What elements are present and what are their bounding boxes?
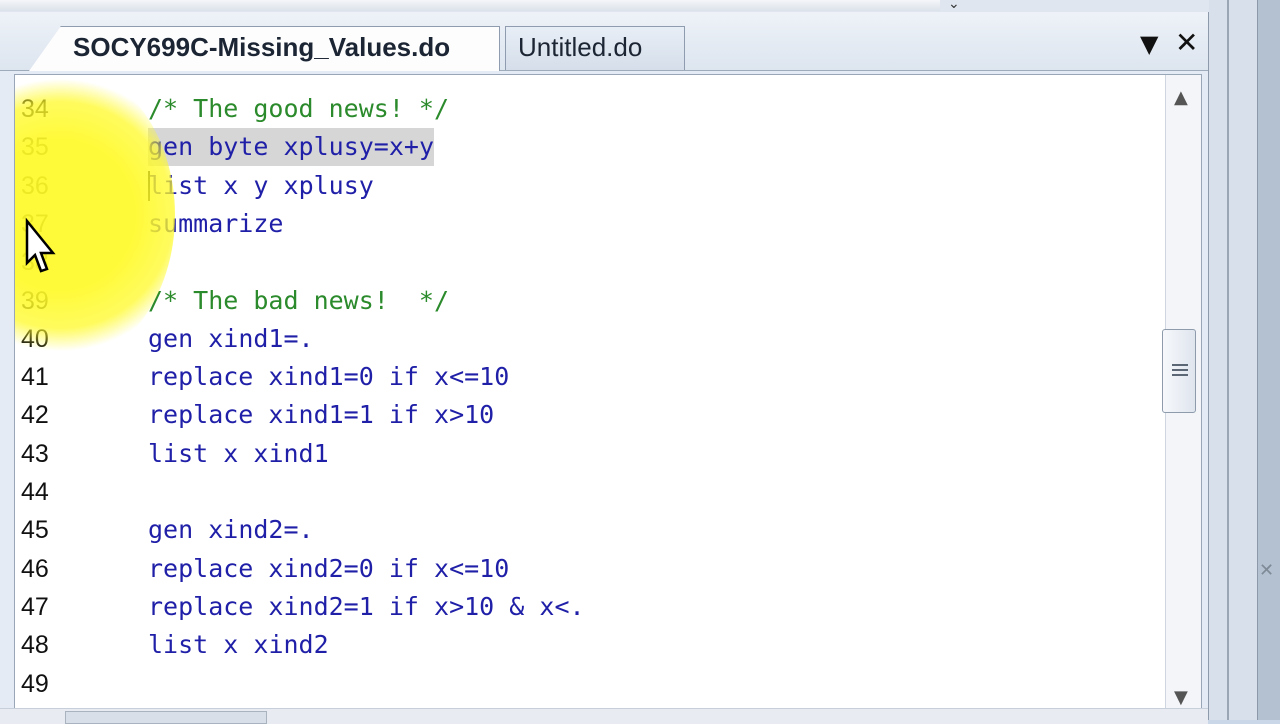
right-panel: ✕ [1209,0,1280,720]
line-text: gen xind1=. [148,323,314,353]
code-line[interactable]: 37 summarize [15,205,1165,243]
line-number: 49 [21,669,49,698]
grip-line [1172,369,1188,371]
line-number: 43 [21,439,49,468]
toolbar-remnant [0,0,940,11]
code-editor[interactable]: 34 /* The good news! */ 35 gen byte xplusy=… [14,74,1202,722]
text-caret [148,170,150,201]
horizontal-scrollbar[interactable] [0,708,1208,724]
line-text: replace xind1=1 if x>10 [148,400,495,430]
line-number: 47 [21,592,49,621]
scroll-thumb[interactable] [1162,329,1196,413]
line-number: 46 [21,554,49,583]
line-number: 48 [21,631,49,660]
line-number: 40 [21,324,49,353]
line-text: gen xind2=. [148,515,314,545]
line-number: 42 [21,401,49,430]
chevron-down-icon[interactable]: ▼ [1140,30,1158,58]
line-text: /* The bad news! */ [148,285,450,315]
code-line[interactable]: 43 list x xind1 [15,435,1165,473]
close-icon[interactable]: ✕ [1175,26,1198,59]
tab-socy699c-missing-values[interactable]: SOCY699C-Missing_Values.do [29,26,500,71]
line-number: 45 [21,516,49,545]
line-number: 36 [21,171,49,200]
code-line[interactable]: 40 gen xind1=. [15,320,1165,358]
line-number: 39 [21,286,49,315]
line-text: summarize [148,208,284,238]
code-line[interactable]: 44 [15,473,1165,511]
line-number: 44 [21,478,49,506]
line-number: 37 [21,209,49,238]
code-line[interactable]: 49 [15,665,1165,703]
code-line[interactable]: 42 replace xind1=1 if x>10 [15,396,1165,434]
line-number: 35 [21,133,49,162]
code-line[interactable]: 45 gen xind2=. [15,511,1165,549]
line-number: 41 [21,363,49,392]
close-icon[interactable]: ✕ [1259,560,1274,581]
panel-divider [1227,0,1229,720]
scroll-up-icon[interactable]: ▲ [1174,87,1188,108]
horizontal-scroll-thumb[interactable] [65,711,267,724]
tab-label: Untitled.do [518,32,643,62]
grip-line [1172,364,1188,366]
line-text: replace xind1=0 if x<=10 [148,362,510,392]
grip-line [1172,374,1188,376]
line-text: list x xind1 [148,438,329,468]
line-text: /* The good news! */ [148,94,450,123]
line-text: list x y xplusy [148,170,374,200]
code-line[interactable]: 46 replace xind2=0 if x<=10 [15,550,1165,588]
line-number: 34 [21,95,49,123]
line-text: list x xind2 [148,630,329,660]
code-line[interactable]: 38 [15,243,1165,281]
tab-bar: SOCY699C-Missing_Values.do Untitled.do ▼… [0,12,1208,71]
vertical-scrollbar[interactable]: ▲ ▼ [1162,75,1201,721]
code-line[interactable]: 47 replace xind2=1 if x>10 & x<. [15,588,1165,626]
code-line[interactable]: 39 /* The bad news! */ [15,282,1165,320]
line-text: gen byte xplusy=x+y [148,128,435,167]
code-line[interactable]: 34 /* The good news! */ [15,90,1165,128]
code-line[interactable]: 48 list x xind2 [15,626,1165,664]
line-text: replace xind2=0 if x<=10 [148,553,510,583]
chevron-icon[interactable]: ⌄ [948,0,960,12]
tab-untitled[interactable]: Untitled.do [505,26,685,70]
code-line[interactable]: 41 replace xind1=0 if x<=10 [15,358,1165,396]
tab-label: SOCY699C-Missing_Values.do [73,32,451,62]
scroll-down-icon[interactable]: ▼ [1174,687,1188,708]
line-text: replace xind2=1 if x>10 & x<. [148,591,585,621]
do-file-editor-window: SOCY699C-Missing_Values.do Untitled.do ▼… [0,12,1209,724]
code-line[interactable]: 35 gen byte xplusy=x+y [15,128,1165,167]
line-number: 38 [21,248,49,277]
panel-edge [1257,0,1280,720]
code-line[interactable]: 36 list x y xplusy [15,167,1165,205]
